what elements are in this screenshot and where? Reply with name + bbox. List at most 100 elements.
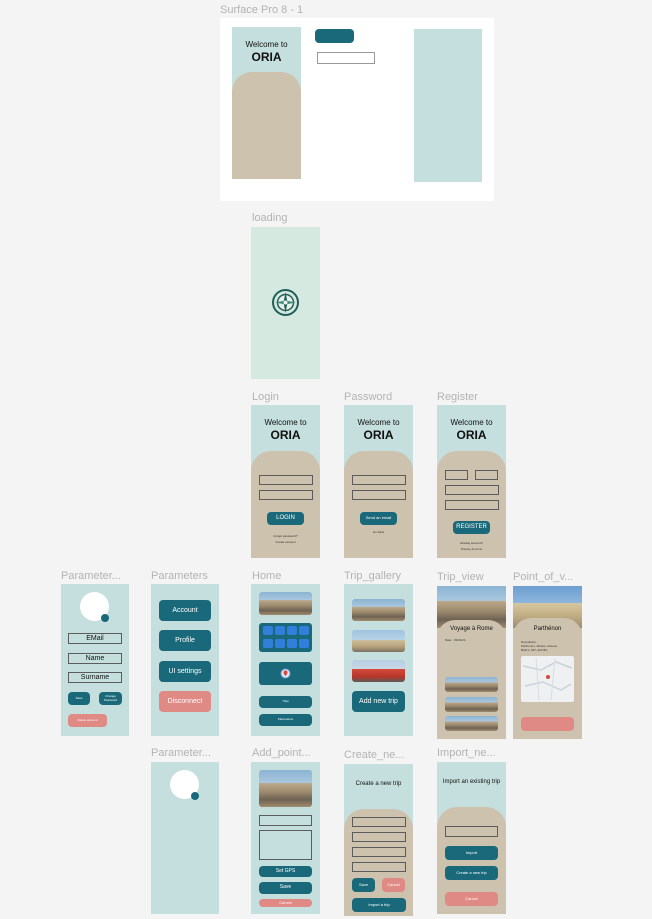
trip-photo-london[interactable] bbox=[352, 660, 405, 682]
save-button[interactable]: Save bbox=[68, 692, 90, 705]
register-arch: REGISTER Already account? Privacy & term… bbox=[437, 451, 506, 558]
point-map[interactable] bbox=[521, 656, 574, 702]
login-arch: LOGIN Forgot password? Create account bbox=[251, 451, 320, 558]
frame-label-home: Home bbox=[252, 570, 282, 582]
create-title: Create a new trip bbox=[355, 781, 402, 787]
login-password-field[interactable] bbox=[259, 490, 313, 500]
login-button[interactable]: LOGIN bbox=[267, 512, 304, 525]
password-email-field[interactable] bbox=[352, 475, 406, 485]
set-gps-button[interactable]: Set GPS bbox=[259, 866, 312, 877]
frame-loading bbox=[251, 227, 320, 379]
email-field[interactable]: EMail bbox=[68, 633, 122, 644]
grid-tile[interactable] bbox=[263, 626, 273, 635]
delete-account-button[interactable]: Delete account bbox=[68, 714, 107, 727]
create-new-trip-button[interactable]: Create a new trip bbox=[445, 866, 498, 880]
home-grid-panel bbox=[259, 623, 312, 652]
trip-end-field[interactable] bbox=[352, 862, 406, 872]
register-password-field[interactable] bbox=[445, 500, 499, 510]
password-back-link[interactable]: Go back bbox=[344, 530, 413, 534]
surname-field[interactable]: Surname bbox=[68, 672, 122, 683]
trip-photo-paris[interactable] bbox=[352, 630, 405, 652]
login-create-link[interactable]: Create account bbox=[251, 540, 320, 544]
frame-label-surface: Surface Pro 8 - 1 bbox=[220, 4, 304, 16]
trip-name-field[interactable] bbox=[352, 817, 406, 827]
import-title: Import an existing trip bbox=[442, 779, 501, 785]
frame-home: Trips Parameters bbox=[251, 584, 320, 736]
register-email-field[interactable] bbox=[445, 485, 499, 495]
frame-login: Welcome to ORIA LOGIN Forgot password? C… bbox=[251, 405, 320, 558]
frame-trip-view: Voyage à Rome Date : 03/04/24 bbox=[437, 586, 506, 739]
frame-label-login: Login bbox=[252, 391, 279, 403]
trips-button[interactable]: Trips bbox=[259, 696, 312, 708]
grid-tile[interactable] bbox=[275, 626, 285, 635]
grid-tile[interactable] bbox=[275, 639, 285, 648]
surface-button[interactable] bbox=[315, 29, 354, 43]
grid-tile[interactable] bbox=[263, 639, 273, 648]
import-button[interactable]: Import bbox=[445, 846, 498, 860]
account-button[interactable]: Account bbox=[159, 600, 211, 621]
trip-photo-rome[interactable] bbox=[352, 599, 405, 621]
login-brand: ORIA bbox=[270, 428, 301, 442]
register-firstname-field[interactable] bbox=[445, 470, 468, 480]
home-parameters-button[interactable]: Parameters bbox=[259, 714, 312, 726]
name-field[interactable]: Name bbox=[68, 653, 122, 664]
password-confirm-field[interactable] bbox=[352, 490, 406, 500]
frame-label-loading: loading bbox=[252, 212, 288, 224]
map-pin-icon bbox=[280, 668, 291, 679]
frame-label-register: Register bbox=[437, 391, 478, 403]
create-save-button[interactable]: Save bbox=[352, 878, 375, 892]
surface-input[interactable] bbox=[317, 52, 375, 64]
point-photo[interactable] bbox=[445, 697, 498, 712]
import-code-field[interactable] bbox=[445, 826, 498, 837]
surface-arch bbox=[232, 72, 301, 179]
password-welcome: Welcome to bbox=[357, 418, 400, 427]
ui-settings-button[interactable]: UI settings bbox=[159, 661, 211, 682]
point-photo[interactable] bbox=[445, 716, 498, 731]
trip-title: Voyage à Rome bbox=[450, 626, 493, 632]
login-forgot-link[interactable]: Forgot password? bbox=[251, 534, 320, 538]
avatar-edit-badge[interactable] bbox=[101, 614, 109, 622]
frame-create-new: Create a new trip Save Cancel Import a t… bbox=[344, 764, 413, 916]
frame-surface: Welcome to ORIA bbox=[220, 18, 494, 201]
import-arch: Import Create a new trip Cancel bbox=[437, 807, 506, 914]
grid-tile[interactable] bbox=[287, 626, 297, 635]
register-lastname-field[interactable] bbox=[475, 470, 498, 480]
point-delete-button[interactable] bbox=[521, 717, 574, 731]
compass-logo-icon bbox=[272, 289, 299, 316]
frame-label-trip-view: Trip_view bbox=[437, 571, 484, 583]
grid-tile[interactable] bbox=[287, 639, 297, 648]
point-photo[interactable] bbox=[445, 677, 498, 692]
avatar-edit-badge[interactable] bbox=[191, 792, 199, 800]
register-brand: ORIA bbox=[456, 428, 487, 442]
import-trip-button[interactable]: Import a trip bbox=[352, 898, 406, 912]
frame-label-parameters1: Parameter... bbox=[61, 570, 121, 582]
home-trip-photo[interactable] bbox=[259, 592, 312, 615]
grid-tile[interactable] bbox=[299, 626, 309, 635]
add-point-photo[interactable] bbox=[259, 770, 312, 807]
surface-brand: ORIA bbox=[251, 50, 282, 64]
login-email-field[interactable] bbox=[259, 475, 313, 485]
trip-destination-field[interactable] bbox=[352, 832, 406, 842]
register-button[interactable]: REGISTER bbox=[453, 521, 490, 534]
disconnect-button[interactable]: Disconnect bbox=[159, 691, 211, 712]
profile-button[interactable]: Profile bbox=[159, 630, 211, 651]
create-cancel-button[interactable]: Cancel bbox=[382, 878, 405, 892]
home-map-button[interactable] bbox=[259, 662, 312, 685]
frame-parameters-menu: Account Profile UI settings Disconnect bbox=[151, 584, 219, 736]
point-description-field[interactable] bbox=[259, 830, 312, 860]
grid-tile[interactable] bbox=[299, 639, 309, 648]
surface-right-panel bbox=[414, 29, 482, 182]
password-send-button[interactable]: Send an email bbox=[360, 512, 397, 525]
add-point-cancel-button[interactable]: Cancel bbox=[259, 899, 312, 907]
create-arch: Save Cancel Import a trip bbox=[344, 809, 413, 916]
register-terms-link[interactable]: Privacy & terms bbox=[437, 547, 506, 551]
frame-trip-gallery: Add new trip bbox=[344, 584, 413, 736]
import-cancel-button[interactable]: Cancel bbox=[445, 892, 498, 906]
add-new-trip-button[interactable]: Add new trip bbox=[352, 691, 405, 712]
password-arch: Send an email Go back bbox=[344, 451, 413, 558]
point-name-field[interactable] bbox=[259, 815, 312, 826]
add-point-save-button[interactable]: Save bbox=[259, 882, 312, 894]
trip-start-field[interactable] bbox=[352, 847, 406, 857]
register-login-link[interactable]: Already account? bbox=[437, 541, 506, 545]
change-password-button[interactable]: Change Password bbox=[99, 692, 122, 705]
